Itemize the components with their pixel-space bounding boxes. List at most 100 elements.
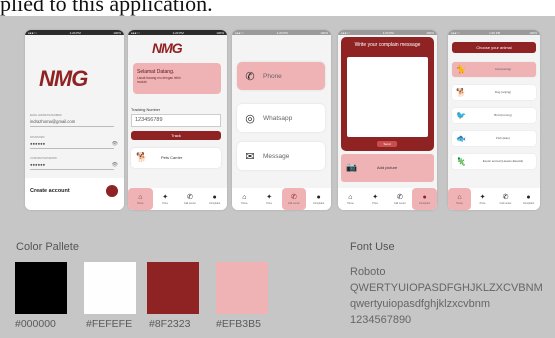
complaint-card: Write your complain message Send — [341, 37, 434, 151]
nav-complaint[interactable]: ● Complaint — [202, 188, 227, 210]
swatch-dark-red — [147, 262, 199, 314]
home-screen: ●●●○○ 1:20 PM 100% NMG Selamat Datang. Lac… — [128, 30, 227, 210]
caption-strip: plied to this application. — [0, 0, 555, 16]
bottom-nav: ⌂ Home ✦ Price ✆ Call center ● Complaint — [448, 188, 540, 210]
add-picture-label: Add picture — [377, 165, 398, 170]
nav-call-center[interactable]: ✆ Call center — [178, 188, 203, 210]
font-use-title: Font Use — [350, 241, 395, 253]
caption-text: plied to this application. — [0, 0, 213, 16]
hex-black: #000000 — [15, 318, 56, 330]
status-bar: ●●●○○ 1:20 PM 100% — [448, 30, 540, 35]
hex-pink: #EFB3B5 — [216, 318, 261, 330]
contact-option-phone[interactable]: ✆ Phone — [237, 62, 325, 90]
font-lowercase-sample: qwertyuiopasdfghjklzxcvbnm — [350, 298, 491, 310]
tracking-label: Tracking Number — [131, 108, 160, 112]
password-field[interactable]: ●●●●●● — [30, 141, 45, 146]
nav-complaint[interactable]: ● Complaint — [517, 188, 540, 210]
choose-animal-title: Choose your animal — [452, 42, 536, 53]
nmg-logo: NMG — [39, 66, 88, 91]
nav-call-center[interactable]: ✆ Call center — [281, 188, 307, 210]
password-underline — [30, 148, 114, 149]
login-screen: ●●●○○ 1:20 PM 100% NMG EMAIL ADDRESS/NUMBE… — [25, 30, 124, 210]
font-digits-sample: 1234567890 — [350, 314, 412, 326]
exotic-animal-icon: 🦎 — [456, 157, 466, 166]
welcome-card: Selamat Datang. Lacak barang mu dengan l… — [133, 63, 221, 94]
dog-icon: 🐕 — [456, 88, 466, 97]
show-password-icon[interactable]: 👁 — [112, 141, 118, 147]
complaint-icon: ● — [526, 193, 531, 201]
nav-complaint[interactable]: ● Complaint — [306, 188, 331, 210]
nav-price[interactable]: ✦ Price — [471, 188, 494, 210]
contact-option-message[interactable]: ✉ Message — [237, 142, 325, 170]
pets-carrier-icon: 🐕 — [136, 152, 148, 162]
nav-home[interactable]: ⌂ Home — [448, 188, 471, 210]
show-confirm-password-icon[interactable]: 👁 — [112, 162, 118, 168]
status-bar: ●●●○○ 1:20 PM 100% — [128, 30, 227, 35]
price-tag-icon: ✦ — [372, 193, 379, 201]
nav-price[interactable]: ✦ Price — [153, 188, 178, 210]
price-tag-icon: ✦ — [162, 193, 169, 201]
add-picture-bar[interactable]: 📷 Add picture — [341, 154, 434, 182]
create-account-button[interactable] — [106, 185, 118, 197]
create-account-label[interactable]: Create account — [30, 188, 70, 194]
welcome-title: Selamat Datang. — [137, 69, 175, 75]
call-center-icon: ✆ — [502, 193, 509, 201]
animal-option-cat[interactable]: 🐈 Cat (kucing) — [452, 62, 536, 77]
complaint-message-input[interactable] — [347, 57, 428, 137]
call-center-icon: ✆ — [290, 193, 297, 201]
password-label: PASSWORD — [30, 136, 45, 139]
confirm-password-label: CONFIRM PASSWORD — [30, 157, 57, 160]
fish-icon: 🐟 — [456, 134, 466, 143]
contact-screen: ●●●○○ 1:20 PM 100% ✆ Phone ◎ Whatsapp ✉ Me… — [232, 30, 331, 210]
call-center-icon: ✆ — [396, 193, 403, 201]
swatch-white — [84, 262, 136, 314]
price-tag-icon: ✦ — [479, 193, 486, 201]
animal-option-exotic[interactable]: 🦎 Exotic animal (Hewan Eksotik) — [452, 154, 536, 169]
create-account-bar: Create account — [25, 178, 124, 210]
swatch-pink — [216, 262, 268, 314]
whatsapp-icon: ◎ — [245, 112, 255, 125]
camera-icon: 📷 — [346, 162, 358, 172]
nav-price[interactable]: ✦ Price — [257, 188, 282, 210]
nav-call-center[interactable]: ✆ Call center — [388, 188, 413, 210]
status-bar: ●●●○○ 1:20 PM 100% — [232, 30, 331, 35]
bird-icon: 🐦 — [456, 111, 466, 120]
complaint-title: Write your complain message — [354, 42, 421, 48]
pets-carrier-label: Pets Carrier — [161, 155, 183, 160]
animal-option-fish[interactable]: 🐟 Fish (ikan) — [452, 131, 536, 146]
complaint-icon: ● — [316, 193, 321, 201]
nav-complaint[interactable]: ● Complaint — [412, 188, 437, 210]
status-bar: ●●●○○ 1:20 PM 100% — [25, 30, 124, 35]
send-button[interactable]: Send — [377, 141, 397, 147]
contact-option-whatsapp[interactable]: ◎ Whatsapp — [237, 104, 325, 132]
welcome-body: Lacak barang mu dengan lebih mudah — [137, 76, 181, 84]
confirm-password-field[interactable]: ●●●●●● — [30, 162, 45, 167]
nav-home[interactable]: ⌂ Home — [128, 188, 153, 210]
email-label: EMAIL ADDRESS/NUMBER — [30, 114, 62, 117]
call-center-icon: ✆ — [186, 193, 193, 201]
choose-animal-screen: ●●●○○ 1:20 PM 100% Choose your animal 🐈 Cat… — [448, 30, 540, 210]
nav-home[interactable]: ⌂ Home — [338, 188, 363, 210]
nav-home[interactable]: ⌂ Home — [232, 188, 257, 210]
nav-call-center[interactable]: ✆ Call center — [494, 188, 517, 210]
complaint-screen: ●●●○○ 1:20 PM 100% Write your complain mes… — [338, 30, 437, 210]
bottom-nav: ⌂ Home ✦ Price ✆ Call center ● Complaint — [338, 188, 437, 210]
email-field[interactable]: indrazhoma@gmail.com — [30, 119, 75, 124]
complaint-icon: ● — [422, 193, 427, 201]
animal-option-dog[interactable]: 🐕 Dog (anjing) — [452, 85, 536, 100]
home-icon: ⌂ — [457, 193, 462, 201]
pets-carrier-card[interactable]: 🐕 Pets Carrier — [131, 148, 221, 168]
font-uppercase-sample: QWERTYUIOPASDFGHJKLZXCVBNM — [350, 282, 543, 294]
price-tag-icon: ✦ — [266, 193, 273, 201]
message-icon: ✉ — [245, 150, 255, 163]
hex-dark-red: #8F2323 — [149, 318, 191, 330]
bottom-nav: ⌂ Home ✦ Price ✆ Call center ● Complaint — [128, 188, 227, 210]
animal-option-bird[interactable]: 🐦 Bird (burung) — [452, 108, 536, 123]
tracking-number-input[interactable]: 123456789 — [131, 114, 221, 127]
color-palette-title: Color Pallete — [16, 241, 79, 253]
cat-icon: 🐈 — [456, 65, 466, 74]
track-button[interactable]: Track — [131, 131, 221, 140]
nav-price[interactable]: ✦ Price — [363, 188, 388, 210]
swatch-black — [15, 262, 67, 314]
complaint-icon: ● — [212, 193, 217, 201]
